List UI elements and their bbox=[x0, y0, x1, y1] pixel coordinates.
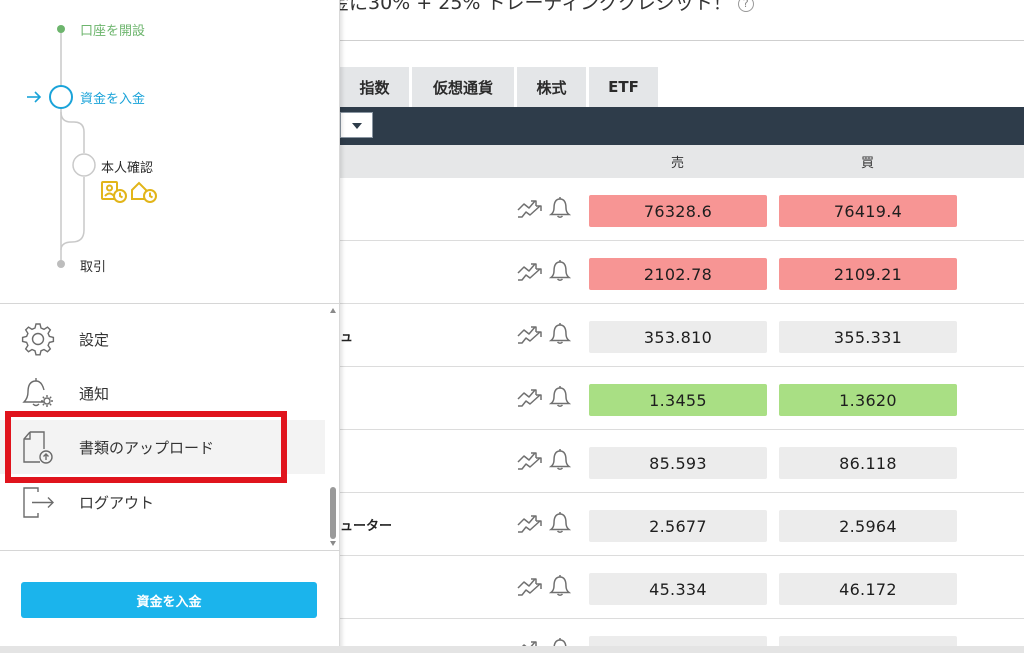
menu-item-label: 設定 bbox=[79, 331, 110, 349]
trade-chart-icon[interactable] bbox=[516, 575, 544, 597]
buy-column-header: 買 bbox=[861, 156, 875, 171]
help-icon[interactable]: ? bbox=[737, 0, 754, 12]
table-header: 売 買 bbox=[340, 145, 1024, 178]
menu-item-settings[interactable]: 設定 bbox=[0, 312, 325, 366]
tab-etf[interactable]: ETF bbox=[589, 67, 661, 107]
trade-chart-icon[interactable] bbox=[516, 386, 544, 408]
step-current-circle bbox=[49, 85, 73, 109]
arrow-right-icon bbox=[27, 91, 42, 103]
table-row: 1.3455 1.3620 bbox=[340, 367, 1024, 430]
buy-price-button[interactable]: 76419.4 bbox=[779, 195, 957, 227]
bottom-edge-bar bbox=[0, 646, 1024, 653]
trade-chart-icon[interactable] bbox=[516, 260, 544, 282]
step-done-dot bbox=[57, 25, 65, 33]
id-document-pending-icon bbox=[101, 181, 157, 203]
step-open-account: 口座を開設 bbox=[80, 24, 146, 39]
promo-banner: 金に30% + 25% トレーディングクレジット！? bbox=[330, 0, 754, 14]
sell-price-button[interactable]: 1.3455 bbox=[589, 384, 767, 416]
buy-price-button[interactable]: 46.172 bbox=[779, 573, 957, 605]
sidebar-scrollbar-thumb[interactable] bbox=[330, 487, 336, 539]
trade-chart-icon[interactable] bbox=[516, 512, 544, 534]
sell-price-button[interactable]: 45.334 bbox=[589, 573, 767, 605]
menu-item-label: 通知 bbox=[79, 385, 110, 403]
sell-price-button[interactable]: 2102.78 bbox=[589, 258, 767, 290]
price-alert-bell-icon[interactable] bbox=[548, 258, 572, 282]
step-verify-identity[interactable]: 本人確認 bbox=[101, 157, 153, 176]
price-alert-bell-icon[interactable] bbox=[548, 195, 572, 219]
table-row: 45.334 46.172 bbox=[340, 556, 1024, 619]
price-alert-bell-icon[interactable] bbox=[548, 510, 572, 534]
step-trade: 取引 bbox=[80, 260, 107, 275]
step-deposit[interactable]: 資金を入金 bbox=[80, 88, 145, 107]
trade-chart-icon[interactable] bbox=[516, 197, 544, 219]
price-alert-bell-icon[interactable] bbox=[548, 573, 572, 597]
sell-price-button[interactable]: 2.5677 bbox=[589, 510, 767, 542]
table-row: 85.593 86.118 bbox=[340, 430, 1024, 493]
tab-crypto[interactable]: 仮想通貨 bbox=[412, 67, 517, 107]
table-row: ュ 353.810 355.331 bbox=[340, 304, 1024, 367]
annotation-highlight-box bbox=[5, 411, 287, 483]
step-pending-circle bbox=[72, 153, 96, 177]
app-root: 金に30% + 25% トレーディングクレジット！? 指数 仮想通貨 株式 ET… bbox=[0, 0, 1024, 653]
promo-text: 金に30% + 25% トレーディングクレジット！ bbox=[330, 0, 732, 14]
price-alert-bell-icon[interactable] bbox=[548, 321, 572, 345]
market-tabs: 指数 仮想通貨 株式 ETF bbox=[340, 67, 661, 107]
price-alert-bell-icon[interactable] bbox=[548, 447, 572, 471]
sell-price-button[interactable]: 353.810 bbox=[589, 321, 767, 353]
menu-item-logout[interactable]: ログアウト bbox=[0, 475, 325, 529]
buy-price-button[interactable]: 2109.21 bbox=[779, 258, 957, 290]
sell-price-button[interactable]: 76328.6 bbox=[589, 195, 767, 227]
buy-price-button[interactable]: 2.5964 bbox=[779, 510, 957, 542]
tab-stocks[interactable]: 株式 bbox=[517, 67, 589, 107]
trade-chart-icon[interactable] bbox=[516, 323, 544, 345]
buy-price-button[interactable]: 86.118 bbox=[779, 447, 957, 479]
sidebar-divider bbox=[0, 303, 340, 304]
table-row: 76328.6 76419.4 bbox=[340, 178, 1024, 241]
filter-dropdown[interactable] bbox=[340, 112, 373, 138]
tab-indices[interactable]: 指数 bbox=[340, 67, 412, 107]
sidebar-divider bbox=[0, 550, 340, 551]
buy-price-button[interactable]: 355.331 bbox=[779, 321, 957, 353]
step-pending-dot bbox=[57, 260, 65, 268]
gear-icon bbox=[21, 323, 55, 356]
sell-price-button[interactable]: 85.593 bbox=[589, 447, 767, 479]
instrument-name[interactable]: ュ bbox=[340, 326, 353, 345]
price-alert-bell-icon[interactable] bbox=[548, 384, 572, 408]
promo-divider bbox=[340, 40, 1024, 41]
table-toolbar bbox=[340, 107, 1024, 145]
table-row: ューター 2.5677 2.5964 bbox=[340, 493, 1024, 556]
table-row: 2102.78 2109.21 bbox=[340, 241, 1024, 304]
sidebar-menu: 口座を開設 資金を入金 本人確認 取引 設定 通知 書類のアップロード ログアウ… bbox=[0, 0, 340, 653]
menu-item-label: ログアウト bbox=[79, 494, 155, 512]
scroll-down-arrow-icon[interactable] bbox=[330, 541, 336, 546]
logout-icon bbox=[23, 487, 54, 518]
instrument-name[interactable]: ューター bbox=[340, 515, 392, 534]
caret-down-icon bbox=[352, 123, 362, 129]
onboarding-progress bbox=[27, 25, 96, 268]
scroll-up-arrow-icon[interactable] bbox=[330, 308, 336, 313]
sell-column-header: 売 bbox=[671, 156, 685, 171]
bell-settings-icon bbox=[22, 378, 53, 407]
trade-chart-icon[interactable] bbox=[516, 449, 544, 471]
deposit-funds-button[interactable]: 資金を入金 bbox=[21, 582, 317, 618]
buy-price-button[interactable]: 1.3620 bbox=[779, 384, 957, 416]
